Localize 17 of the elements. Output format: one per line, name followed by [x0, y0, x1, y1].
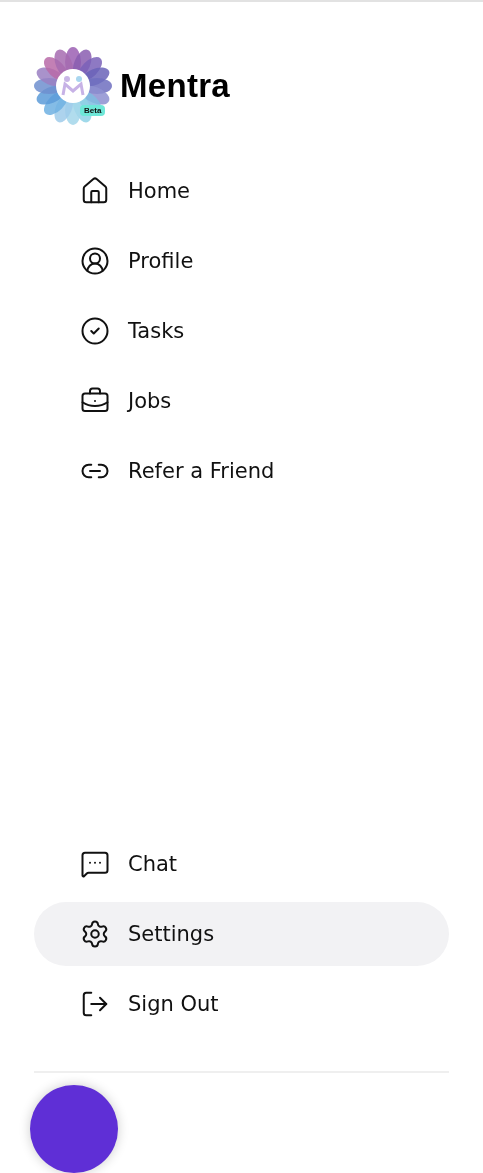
beta-badge: Beta — [80, 105, 106, 116]
nav-item[interactable]: Tasks — [34, 299, 449, 363]
nav-item[interactable]: Home — [34, 159, 449, 223]
nav-item[interactable]: Chat — [34, 832, 449, 896]
nav-item[interactable]: Sign Out — [34, 972, 449, 1036]
nav-item[interactable]: Settings — [34, 902, 449, 966]
nav-item[interactable]: Refer a Friend — [34, 439, 449, 503]
settings-icon — [80, 919, 110, 949]
home-icon — [80, 176, 110, 206]
sign-out-icon — [80, 989, 110, 1019]
avatar[interactable] — [30, 1085, 118, 1173]
user-circle-icon — [80, 246, 110, 276]
nav-item[interactable]: Profile — [34, 229, 449, 293]
brand-name: Mentra — [120, 67, 230, 105]
chat-bubble-icon — [80, 849, 110, 879]
check-circle-icon — [80, 316, 110, 346]
nav-item[interactable]: Jobs — [34, 369, 449, 433]
